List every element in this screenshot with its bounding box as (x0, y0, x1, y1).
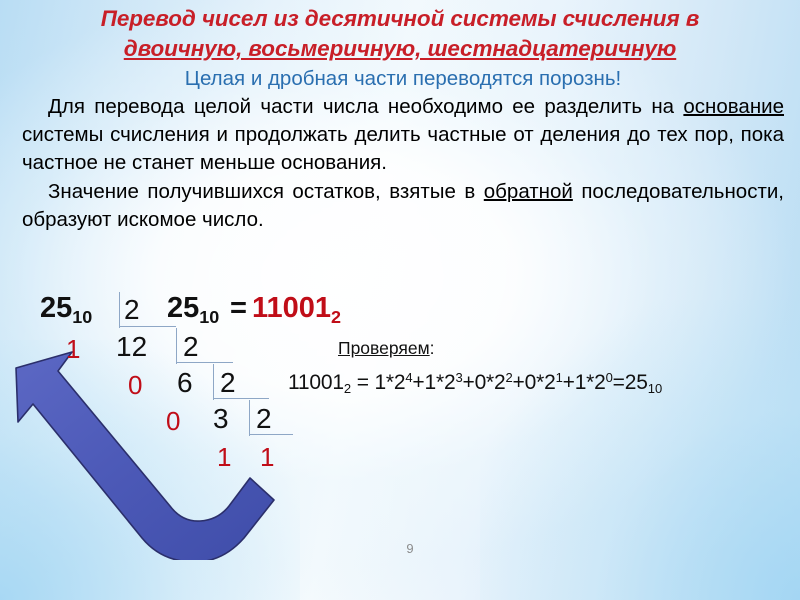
paragraph-integer-part: Для перевода целой части числа необходим… (22, 93, 784, 178)
formula-term-3-coef: 0*2 (524, 370, 556, 394)
remainder-2: 0 (128, 370, 143, 400)
formula-result: 25 (624, 370, 648, 394)
check-label-word: Проверяем (338, 338, 430, 358)
final-quotient-1: 1 (260, 442, 275, 472)
bracket-underline-3 (213, 398, 269, 399)
paragraph-remainders: Значение получившихся остатков, взятые в… (22, 178, 784, 234)
check-formula: 110012 = 1*24+1*23+0*22+0*21+1*20=2510 (288, 370, 662, 396)
formula-result-subscript: 10 (647, 380, 663, 396)
quotient-3: 3 (213, 403, 229, 434)
quotient-12: 12 (116, 331, 148, 362)
formula-plus-1: + (462, 370, 475, 394)
result-rhs: 110012 (252, 292, 342, 327)
body-text-block: Целая и дробная части переводятся порозн… (22, 66, 784, 234)
title-line-1: Перевод чисел из десятичной системы счис… (100, 6, 700, 31)
divisor-2: 2 (183, 331, 199, 362)
slide-canvas: Перевод чисел из десятичной системы счис… (0, 0, 800, 600)
formula-term-3-exp: 1 (555, 370, 563, 385)
divisor-1: 2 (124, 294, 140, 325)
formula-number-subscript: 2 (343, 380, 352, 396)
formula-plus-2: + (512, 370, 525, 394)
formula-plus-0: + (412, 370, 425, 394)
formula-term-0-coef: 1*2 (374, 370, 406, 394)
formula-plus-3: + (562, 370, 575, 394)
result-lhs: 2510 (167, 292, 220, 327)
title-line-2: двоичную, восьмеричную, шестнадцатеричну… (123, 36, 677, 61)
page-number: 9 (406, 541, 414, 556)
bracket-line-3 (213, 364, 214, 400)
formula-term-1-coef: 1*2 (424, 370, 456, 394)
divisor-4: 2 (256, 403, 272, 434)
bracket-line-1 (119, 292, 120, 328)
formula-equals: = (351, 370, 375, 394)
check-label-colon: : (429, 338, 435, 358)
bracket-line-4 (249, 400, 250, 436)
paragraph-1-part-a: Для перевода целой части числа необходим… (48, 95, 684, 118)
paragraph-2-part-a: Значение получившихся остатков, взятые в (48, 179, 484, 203)
term-obratnoy: обратной (483, 179, 573, 203)
formula-number: 11001 (288, 370, 344, 394)
check-label: Проверяем: (338, 338, 435, 359)
term-osnovanie: основание (683, 95, 784, 118)
slide-title: Перевод чисел из десятичной системы счис… (48, 4, 752, 64)
formula-term-4-coef: 1*2 (574, 370, 606, 394)
intro-statement: Целая и дробная части переводятся порозн… (184, 67, 622, 90)
quotient-6: 6 (177, 367, 193, 398)
bracket-underline-2 (176, 362, 233, 363)
divisor-3: 2 (220, 367, 236, 398)
dividend-25: 2510 (40, 292, 93, 327)
bracket-line-2 (176, 328, 177, 364)
result-equals-sign: = (230, 292, 247, 324)
formula-result-equals: = (612, 370, 625, 394)
formula-term-2-exp: 2 (505, 370, 513, 385)
paragraph-1-part-b: системы счисления и продолжать делить ча… (22, 123, 784, 175)
remainder-4: 1 (217, 442, 232, 472)
formula-term-2-coef: 0*2 (474, 370, 506, 394)
formula-term-4-exp: 0 (605, 370, 613, 385)
bracket-underline-4 (249, 434, 293, 435)
remainder-3: 0 (166, 406, 181, 436)
bracket-underline-1 (119, 326, 176, 327)
remainder-1: 1 (66, 334, 81, 364)
